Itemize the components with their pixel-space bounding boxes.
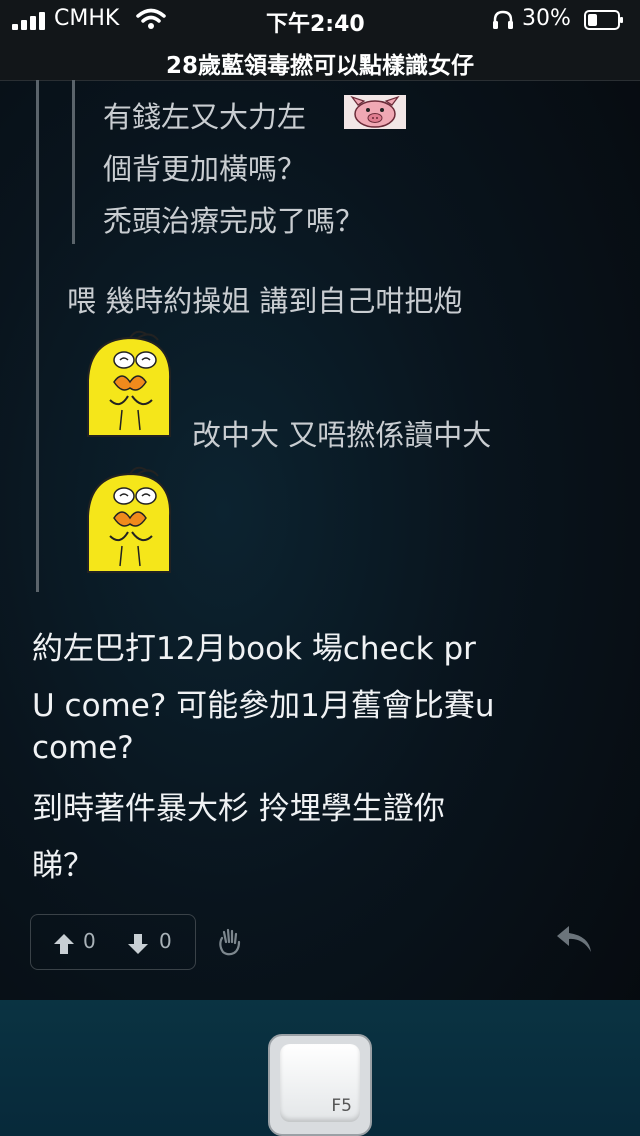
pig-emoji-icon bbox=[344, 95, 406, 129]
downvote-count: 0 bbox=[159, 929, 172, 953]
message-line: U come? 可能參加1月舊會比賽u bbox=[32, 688, 495, 724]
message-line: come? bbox=[32, 730, 134, 766]
headphones-icon bbox=[493, 10, 513, 29]
refresh-button[interactable]: F5 bbox=[268, 1034, 372, 1136]
battery-percent: 30% bbox=[522, 6, 571, 31]
f5-key-icon: F5 bbox=[280, 1044, 360, 1122]
status-bar: CMHK 下午2:40 30% bbox=[0, 0, 640, 40]
message-line: 睇？ bbox=[32, 848, 94, 884]
thumb-up-icon[interactable] bbox=[53, 933, 75, 955]
message-line: 到時著件暴大杉 拎埋學生證你 bbox=[32, 791, 445, 827]
thumb-down-icon[interactable] bbox=[127, 933, 149, 955]
vote-box: 0 0 bbox=[30, 914, 196, 970]
nested-quote-bar bbox=[72, 80, 75, 244]
nested-quote-line: 有錢左又大力左 bbox=[103, 100, 307, 134]
thread-title: 28歲藍領毒撚可以點樣識女仔 bbox=[165, 53, 474, 79]
carrier-name: CMHK bbox=[54, 6, 120, 31]
quote-bar bbox=[36, 80, 39, 592]
message-line: 約左巴打12月book 場check pr bbox=[32, 631, 476, 667]
nested-quote-line: 個背更加橫嗎？ bbox=[103, 152, 307, 186]
battery-icon bbox=[584, 10, 623, 30]
nested-quote-line: 禿頭治療完成了嗎？ bbox=[103, 204, 365, 238]
upvote-count: 0 bbox=[83, 929, 96, 953]
reply-icon[interactable] bbox=[555, 924, 593, 954]
clock: 下午2:40 bbox=[266, 12, 365, 37]
signal-icon bbox=[12, 12, 48, 30]
wifi-icon bbox=[136, 8, 166, 29]
sticker-caption: 改中大 又唔撚係讀中大 bbox=[192, 418, 492, 452]
chick-sticker-icon bbox=[87, 330, 172, 437]
refresh-key-label: F5 bbox=[331, 1096, 352, 1116]
thread-header: 28歲藍領毒撚可以點樣識女仔 bbox=[0, 40, 640, 81]
quote-line: 喂 幾時約操姐 講到自己咁把炮 bbox=[67, 284, 463, 318]
hand-icon[interactable] bbox=[218, 928, 242, 956]
chick-sticker-icon bbox=[87, 466, 172, 573]
